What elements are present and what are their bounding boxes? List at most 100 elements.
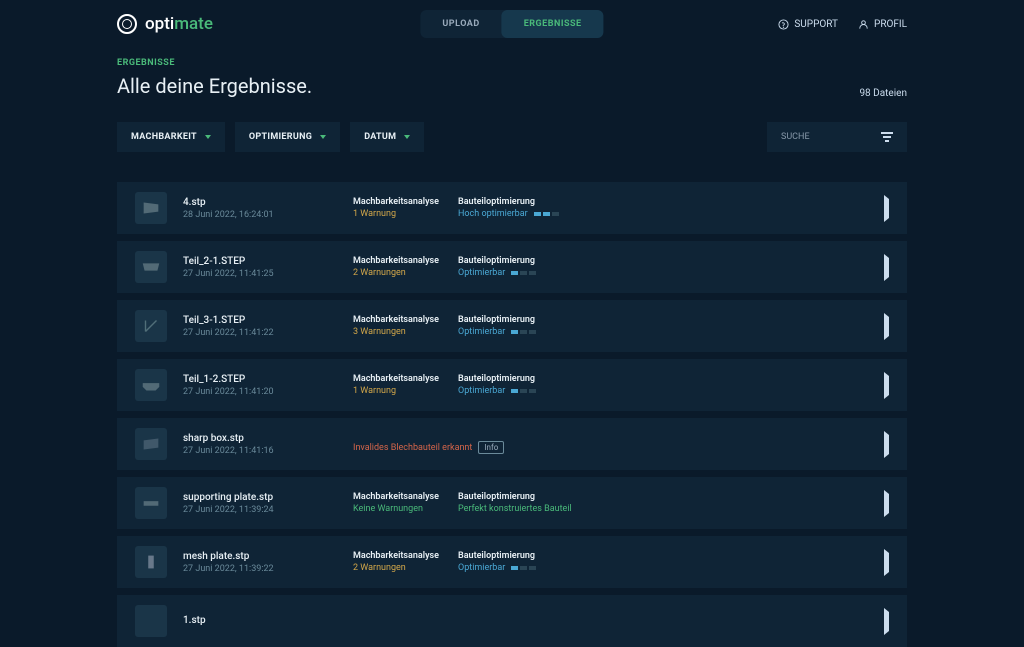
row-arrow	[884, 612, 889, 631]
warning-value: Keine Warnungen	[353, 504, 458, 514]
row-arrow	[884, 199, 889, 218]
chevron-right-icon	[884, 372, 889, 399]
chevron-right-icon	[884, 608, 889, 635]
file-name: 1.stp	[183, 615, 353, 626]
optimization-value: Hoch optimierbar	[458, 209, 608, 219]
thumbnail	[135, 605, 167, 637]
optimization-bars	[511, 330, 536, 334]
optimization-value: Optimierbar	[458, 386, 608, 396]
file-name: Teil_3-1.STEP	[183, 315, 353, 326]
user-icon	[858, 19, 869, 30]
optimization-col: BauteiloptimierungOptimierbar	[458, 374, 608, 396]
chevron-right-icon	[884, 431, 889, 458]
optimization-value: Optimierbar	[458, 268, 608, 278]
file-info: Teil_3-1.STEP 27 Juni 2022, 11:41:22	[183, 315, 353, 338]
nav-tabs: UPLOAD ERGEBNISSE	[420, 10, 603, 38]
logo-opti: opti	[145, 14, 174, 34]
file-date: 27 Juni 2022, 11:41:22	[183, 328, 353, 338]
chevron-down-icon	[404, 135, 410, 139]
warning-value: 1 Warnung	[353, 209, 458, 219]
filter-datum[interactable]: DATUM	[350, 122, 424, 152]
file-count: 98 Dateien	[859, 88, 907, 99]
warning-value: 1 Warnung	[353, 386, 458, 396]
search-input[interactable]: SUCHE	[767, 122, 907, 152]
result-row[interactable]: supporting plate.stp 27 Juni 2022, 11:39:…	[117, 477, 907, 529]
file-info: Teil_1-2.STEP 27 Juni 2022, 11:41:20	[183, 374, 353, 397]
info-badge[interactable]: Info	[478, 441, 504, 454]
file-name: Teil_1-2.STEP	[183, 374, 353, 385]
thumbnail	[135, 192, 167, 224]
analysis-col: Machbarkeitsanalyse1 Warnung	[353, 197, 458, 219]
file-name: sharp box.stp	[183, 433, 353, 444]
row-arrow	[884, 435, 889, 454]
filter-bar: MACHBARKEIT OPTIMIERUNG DATUM SUCHE	[117, 122, 907, 152]
file-info: 4.stp 28 Juni 2022, 16:24:01	[183, 197, 353, 220]
file-info: supporting plate.stp 27 Juni 2022, 11:39:…	[183, 492, 353, 515]
file-name: mesh plate.stp	[183, 551, 353, 562]
analysis-col: Machbarkeitsanalyse3 Warnungen	[353, 315, 458, 337]
thumbnail	[135, 546, 167, 578]
support-link[interactable]: SUPPORT	[778, 19, 838, 30]
invalid-message: Invalides Blechbauteil erkannt	[353, 443, 472, 453]
chevron-right-icon	[884, 490, 889, 517]
file-date: 27 Juni 2022, 11:41:16	[183, 446, 353, 456]
optimization-value: Optimierbar	[458, 563, 608, 573]
file-info: mesh plate.stp 27 Juni 2022, 11:39:22	[183, 551, 353, 574]
optimization-col: BauteiloptimierungPerfekt konstruiertes …	[458, 492, 608, 514]
result-row[interactable]: Teil_2-1.STEP 27 Juni 2022, 11:41:25 Mach…	[117, 241, 907, 293]
filter-machbarkeit[interactable]: MACHBARKEIT	[117, 122, 225, 152]
optimization-bars	[534, 212, 559, 216]
optimization-bars	[511, 566, 536, 570]
row-arrow	[884, 258, 889, 277]
result-row[interactable]: mesh plate.stp 27 Juni 2022, 11:39:22 Mac…	[117, 536, 907, 588]
chevron-right-icon	[884, 313, 889, 340]
file-name: Teil_2-1.STEP	[183, 256, 353, 267]
row-arrow	[884, 553, 889, 572]
logo-mate: mate	[174, 14, 213, 34]
result-row[interactable]: Teil_3-1.STEP 27 Juni 2022, 11:41:22 Mach…	[117, 300, 907, 352]
chevron-right-icon	[884, 195, 889, 222]
page-title: Alle deine Ergebnisse.	[117, 74, 907, 98]
logo[interactable]: optimate	[117, 14, 213, 34]
file-date: 27 Juni 2022, 11:39:24	[183, 505, 353, 515]
result-row[interactable]: 4.stp 28 Juni 2022, 16:24:01 Machbarkeits…	[117, 182, 907, 234]
warning-value: 2 Warnungen	[353, 268, 458, 278]
tab-upload[interactable]: UPLOAD	[420, 10, 501, 38]
thumbnail	[135, 310, 167, 342]
result-row[interactable]: 1.stp	[117, 595, 907, 647]
optimization-col: BauteiloptimierungHoch optimierbar	[458, 197, 608, 219]
content: ERGEBNISSE Alle deine Ergebnisse. 98 Dat…	[117, 48, 907, 647]
analysis-col: Machbarkeitsanalyse1 Warnung	[353, 374, 458, 396]
file-date: 27 Juni 2022, 11:41:25	[183, 269, 353, 279]
analysis-col: Machbarkeitsanalyse2 Warnungen	[353, 256, 458, 278]
analysis-col: Machbarkeitsanalyse2 Warnungen	[353, 551, 458, 573]
thumbnail	[135, 251, 167, 283]
optimization-col: BauteiloptimierungOptimierbar	[458, 256, 608, 278]
tab-results[interactable]: ERGEBNISSE	[502, 10, 604, 38]
profile-link[interactable]: PROFIL	[858, 19, 907, 30]
header-right: SUPPORT PROFIL	[778, 19, 907, 30]
help-icon	[778, 19, 789, 30]
file-info: Teil_2-1.STEP 27 Juni 2022, 11:41:25	[183, 256, 353, 279]
optimization-bars	[511, 389, 536, 393]
chevron-right-icon	[884, 549, 889, 576]
file-date: 27 Juni 2022, 11:41:20	[183, 387, 353, 397]
filter-optimierung[interactable]: OPTIMIERUNG	[235, 122, 340, 152]
row-arrow	[884, 494, 889, 513]
optimization-col: BauteiloptimierungOptimierbar	[458, 315, 608, 337]
header: optimate UPLOAD ERGEBNISSE SUPPORT PROFI…	[117, 0, 907, 48]
result-row[interactable]: sharp box.stp 27 Juni 2022, 11:41:16 Inva…	[117, 418, 907, 470]
file-name: 4.stp	[183, 197, 353, 208]
file-date: 27 Juni 2022, 11:39:22	[183, 564, 353, 574]
file-date: 28 Juni 2022, 16:24:01	[183, 210, 353, 220]
analysis-col: MachbarkeitsanalyseKeine Warnungen	[353, 492, 458, 514]
chevron-down-icon	[320, 135, 326, 139]
chevron-right-icon	[884, 254, 889, 281]
optimization-bars	[511, 271, 536, 275]
result-row[interactable]: Teil_1-2.STEP 27 Juni 2022, 11:41:20 Mach…	[117, 359, 907, 411]
file-info: sharp box.stp 27 Juni 2022, 11:41:16	[183, 433, 353, 456]
thumbnail	[135, 369, 167, 401]
file-name: supporting plate.stp	[183, 492, 353, 503]
warning-value: 3 Warnungen	[353, 327, 458, 337]
row-arrow	[884, 317, 889, 336]
